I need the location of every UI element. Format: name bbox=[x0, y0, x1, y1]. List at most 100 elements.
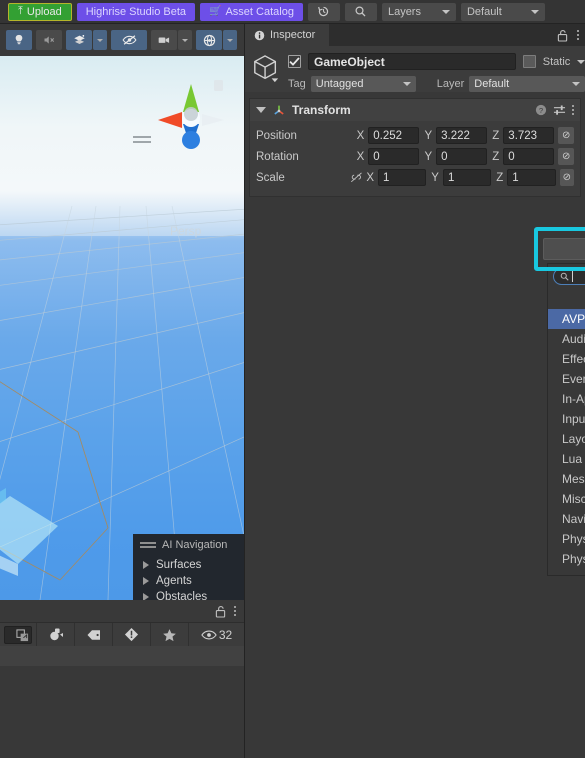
ai-navigation-header[interactable]: AI Navigation bbox=[133, 539, 244, 557]
effects-toggle-button[interactable] bbox=[66, 30, 92, 50]
component-item-physics-2d[interactable]: Physics 2D › bbox=[548, 529, 585, 549]
camera-settings-group bbox=[151, 30, 192, 50]
component-item-label: Effects bbox=[562, 352, 585, 366]
position-x-input[interactable]: 0.252 bbox=[368, 127, 420, 144]
asset-catalog-button[interactable]: 🛒 Asset Catalog bbox=[200, 2, 303, 21]
lock-open-icon[interactable] bbox=[215, 605, 226, 618]
component-item-audio[interactable]: Audio › bbox=[548, 329, 585, 349]
tag-button[interactable] bbox=[74, 622, 112, 647]
layer-dropdown[interactable]: Default bbox=[469, 76, 585, 92]
component-search-input[interactable] bbox=[553, 268, 585, 285]
drag-handle-icon[interactable] bbox=[140, 542, 156, 548]
component-popup-title: Component bbox=[548, 289, 585, 309]
component-item-input[interactable]: Input › bbox=[548, 409, 585, 429]
search-button[interactable] bbox=[344, 2, 377, 21]
chevron-down-icon bbox=[530, 9, 539, 14]
transform-foldout-icon[interactable] bbox=[256, 107, 266, 113]
rotation-x-input[interactable]: 0 bbox=[368, 148, 420, 165]
transform-row-rotation: Rotation X 0 Y 0 Z 0 ⊘ bbox=[256, 147, 574, 166]
layers-dropdown[interactable]: Layers bbox=[381, 2, 456, 21]
position-reset-button[interactable]: ⊘ bbox=[558, 127, 574, 144]
ai-nav-item-obstacles[interactable]: Obstacles bbox=[133, 589, 244, 600]
static-checkbox[interactable] bbox=[522, 55, 536, 68]
tag-label: Tag bbox=[288, 78, 306, 90]
layout-dropdown[interactable]: Default bbox=[460, 2, 545, 21]
transform-component: Transform ? Position X 0.252 Y 3.222 Z 3… bbox=[249, 98, 581, 197]
component-item-label: Input bbox=[562, 412, 585, 426]
audio-toggle-button[interactable] bbox=[36, 30, 62, 50]
main-toolbar: ⤒ Upload Highrise Studio Beta 🛒 Asset Ca… bbox=[0, 0, 585, 24]
debug-object-icon bbox=[49, 628, 63, 641]
scene-gizmo-handle[interactable] bbox=[133, 136, 151, 143]
component-item-event[interactable]: Event › bbox=[548, 369, 585, 389]
rotation-reset-button[interactable]: ⊘ bbox=[558, 148, 574, 165]
gizmos-dropdown-button[interactable] bbox=[223, 30, 237, 50]
ai-nav-item-surfaces[interactable]: Surfaces bbox=[133, 557, 244, 573]
lock-open-icon[interactable] bbox=[557, 29, 568, 42]
static-dropdown-icon[interactable] bbox=[577, 59, 585, 64]
rotation-z-input[interactable]: 0 bbox=[503, 148, 555, 165]
ai-nav-item-label: Obstacles bbox=[156, 591, 208, 600]
lower-panel bbox=[0, 646, 244, 758]
scene-orientation-gizmo[interactable] bbox=[152, 70, 230, 158]
component-item-effects[interactable]: Effects › bbox=[548, 349, 585, 369]
scene-visibility-toggle-button[interactable] bbox=[111, 30, 147, 50]
chevron-down-icon bbox=[182, 38, 188, 42]
scene-search-input[interactable] bbox=[4, 625, 32, 644]
component-item-in-app-purchasing[interactable]: In-App Purchasing › bbox=[548, 389, 585, 409]
transform-menu-button[interactable] bbox=[572, 105, 574, 115]
component-item-lua[interactable]: Lua › bbox=[548, 449, 585, 469]
chevron-right-icon bbox=[143, 577, 149, 585]
rotation-y-input[interactable]: 0 bbox=[436, 148, 488, 165]
favorite-button[interactable] bbox=[150, 622, 188, 647]
tag-dropdown[interactable]: Untagged bbox=[310, 76, 416, 92]
visible-objects-counter[interactable]: 32 bbox=[188, 622, 244, 647]
debug-object-button[interactable] bbox=[36, 622, 74, 647]
scene-status-bar: 32 bbox=[0, 622, 244, 647]
tab-inspector[interactable]: Inspector bbox=[245, 24, 330, 46]
inspector-menu-button[interactable] bbox=[577, 30, 579, 40]
component-item-label: Event bbox=[562, 372, 585, 386]
gizmos-toggle-button[interactable] bbox=[196, 30, 222, 50]
scene-viewport[interactable]: Persp AI Navigation Surfaces Agents Obst… bbox=[0, 56, 244, 600]
component-item-mesh[interactable]: Mesh › bbox=[548, 469, 585, 489]
warning-button[interactable] bbox=[112, 622, 150, 647]
help-question-icon[interactable]: ? bbox=[535, 104, 547, 116]
position-y-input[interactable]: 3.222 bbox=[436, 127, 488, 144]
component-item-physics[interactable]: Physics › bbox=[548, 549, 585, 567]
camera-dropdown-button[interactable] bbox=[178, 30, 192, 50]
lighting-toggle-button[interactable] bbox=[6, 30, 32, 50]
position-z-input[interactable]: 3.723 bbox=[503, 127, 555, 144]
preset-sliders-icon[interactable] bbox=[553, 104, 566, 116]
chevron-down-icon bbox=[227, 38, 233, 42]
camera-icon bbox=[158, 37, 169, 43]
scale-reset-button[interactable]: ⊘ bbox=[559, 169, 574, 186]
gameobject-icon-button[interactable] bbox=[251, 52, 281, 86]
info-icon bbox=[254, 30, 265, 40]
gameobject-name-input[interactable]: GameObject bbox=[308, 53, 516, 70]
component-search-popup: Component AVPro Video › Audio › Effects … bbox=[547, 263, 585, 576]
highrise-studio-beta-button[interactable]: Highrise Studio Beta bbox=[76, 2, 196, 21]
scale-x-input[interactable]: 1 bbox=[378, 169, 427, 186]
expand-search-icon[interactable] bbox=[16, 628, 29, 642]
add-component-button[interactable]: Add Component bbox=[543, 238, 585, 260]
component-item-avpro-video[interactable]: AVPro Video › bbox=[548, 309, 585, 329]
gameobject-active-checkbox[interactable] bbox=[288, 55, 301, 68]
component-item-navigation[interactable]: Navigation › bbox=[548, 509, 585, 529]
scene-projection-label[interactable]: Persp bbox=[170, 224, 201, 238]
constrain-proportions-off-icon[interactable] bbox=[350, 171, 363, 184]
effects-dropdown-button[interactable] bbox=[93, 30, 107, 50]
transform-component-header[interactable]: Transform ? bbox=[250, 99, 580, 121]
scene-panel-menu-button[interactable] bbox=[234, 606, 236, 616]
transform-component-title: Transform bbox=[292, 103, 351, 117]
component-item-layout[interactable]: Layout › bbox=[548, 429, 585, 449]
history-undo-button[interactable] bbox=[307, 2, 340, 21]
inspector-panel: Inspector GameObject Static Tag Untagged… bbox=[244, 24, 585, 758]
scale-z-input[interactable]: 1 bbox=[507, 169, 556, 186]
camera-settings-button[interactable] bbox=[151, 30, 177, 50]
axis-label-x: X bbox=[356, 150, 365, 163]
ai-nav-item-agents[interactable]: Agents bbox=[133, 573, 244, 589]
component-item-miscellaneous[interactable]: Miscellaneous › bbox=[548, 489, 585, 509]
upload-button[interactable]: ⤒ Upload bbox=[8, 2, 72, 21]
scale-y-input[interactable]: 1 bbox=[442, 169, 492, 186]
